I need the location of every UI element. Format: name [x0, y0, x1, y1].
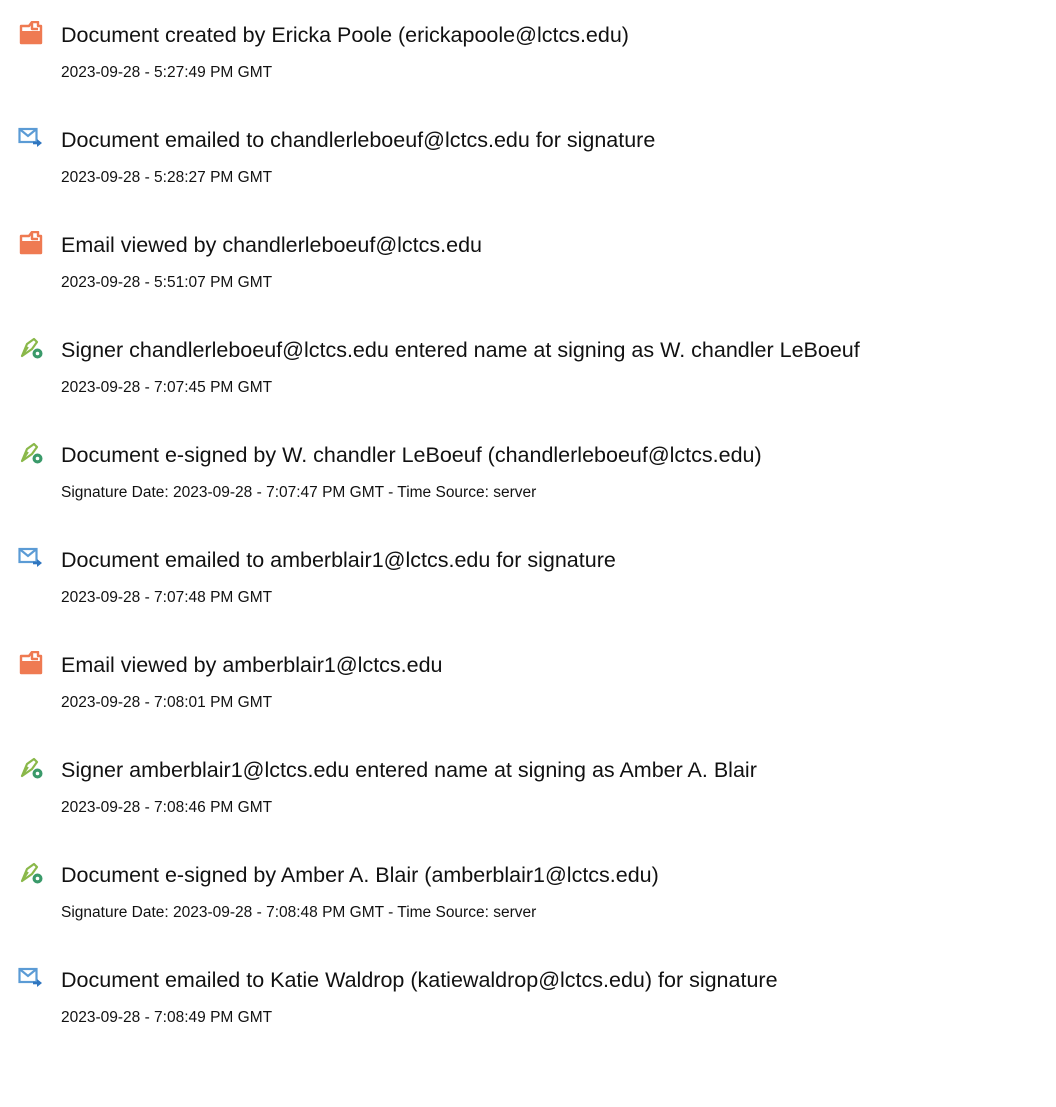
e-sign-pen-icon [20, 442, 43, 464]
audit-event: Document e-signed by W. chandler LeBoeuf… [0, 441, 1056, 541]
audit-event: Document created by Ericka Poole (ericka… [0, 21, 1056, 121]
event-title: Document e-signed by Amber A. Blair (amb… [61, 863, 659, 887]
document-icon [19, 21, 43, 45]
e-sign-pen-icon [20, 757, 43, 779]
audit-event: Signer chandlerleboeuf@lctcs.edu entered… [0, 336, 1056, 436]
email-sent-icon [18, 967, 42, 987]
audit-event: Signer amberblair1@lctcs.edu entered nam… [0, 756, 1056, 856]
e-sign-pen-icon [20, 337, 43, 359]
event-timestamp: 2023-09-28 - 7:07:45 PM GMT [61, 379, 273, 396]
audit-event: Document e-signed by Amber A. Blair (amb… [0, 861, 1056, 961]
audit-event: Email viewed by chandlerleboeuf@lctcs.ed… [0, 231, 1056, 331]
email-sent-icon [18, 127, 42, 147]
document-icon [19, 651, 43, 675]
document-icon [19, 231, 43, 255]
event-signature-info: Signature Date: 2023-09-28 - 7:07:47 PM … [61, 484, 537, 501]
event-title: Document e-signed by W. chandler LeBoeuf… [61, 443, 762, 467]
audit-event: Email viewed by amberblair1@lctcs.edu 20… [0, 651, 1056, 751]
audit-event: Document emailed to Katie Waldrop (katie… [0, 966, 1056, 1066]
event-timestamp: 2023-09-28 - 7:08:46 PM GMT [61, 799, 273, 816]
event-timestamp: 2023-09-28 - 5:27:49 PM GMT [61, 64, 273, 81]
event-title: Email viewed by amberblair1@lctcs.edu [61, 653, 443, 677]
email-sent-icon [18, 547, 42, 567]
event-title: Document created by Ericka Poole (ericka… [61, 23, 629, 47]
event-timestamp: 2023-09-28 - 7:07:48 PM GMT [61, 589, 273, 606]
event-title: Signer amberblair1@lctcs.edu entered nam… [61, 758, 757, 782]
audit-event: Document emailed to amberblair1@lctcs.ed… [0, 546, 1056, 646]
event-timestamp: 2023-09-28 - 5:28:27 PM GMT [61, 169, 273, 186]
event-title: Document emailed to amberblair1@lctcs.ed… [61, 548, 616, 572]
event-title: Document emailed to Katie Waldrop (katie… [61, 968, 778, 992]
event-signature-info: Signature Date: 2023-09-28 - 7:08:48 PM … [61, 904, 537, 921]
event-title: Signer chandlerleboeuf@lctcs.edu entered… [61, 338, 860, 362]
event-title: Email viewed by chandlerleboeuf@lctcs.ed… [61, 233, 482, 257]
event-title: Document emailed to chandlerleboeuf@lctc… [61, 128, 656, 152]
event-timestamp: 2023-09-28 - 5:51:07 PM GMT [61, 274, 273, 291]
e-sign-pen-icon [20, 862, 43, 884]
event-timestamp: 2023-09-28 - 7:08:01 PM GMT [61, 694, 273, 711]
audit-event: Document emailed to chandlerleboeuf@lctc… [0, 126, 1056, 226]
event-timestamp: 2023-09-28 - 7:08:49 PM GMT [61, 1009, 273, 1026]
